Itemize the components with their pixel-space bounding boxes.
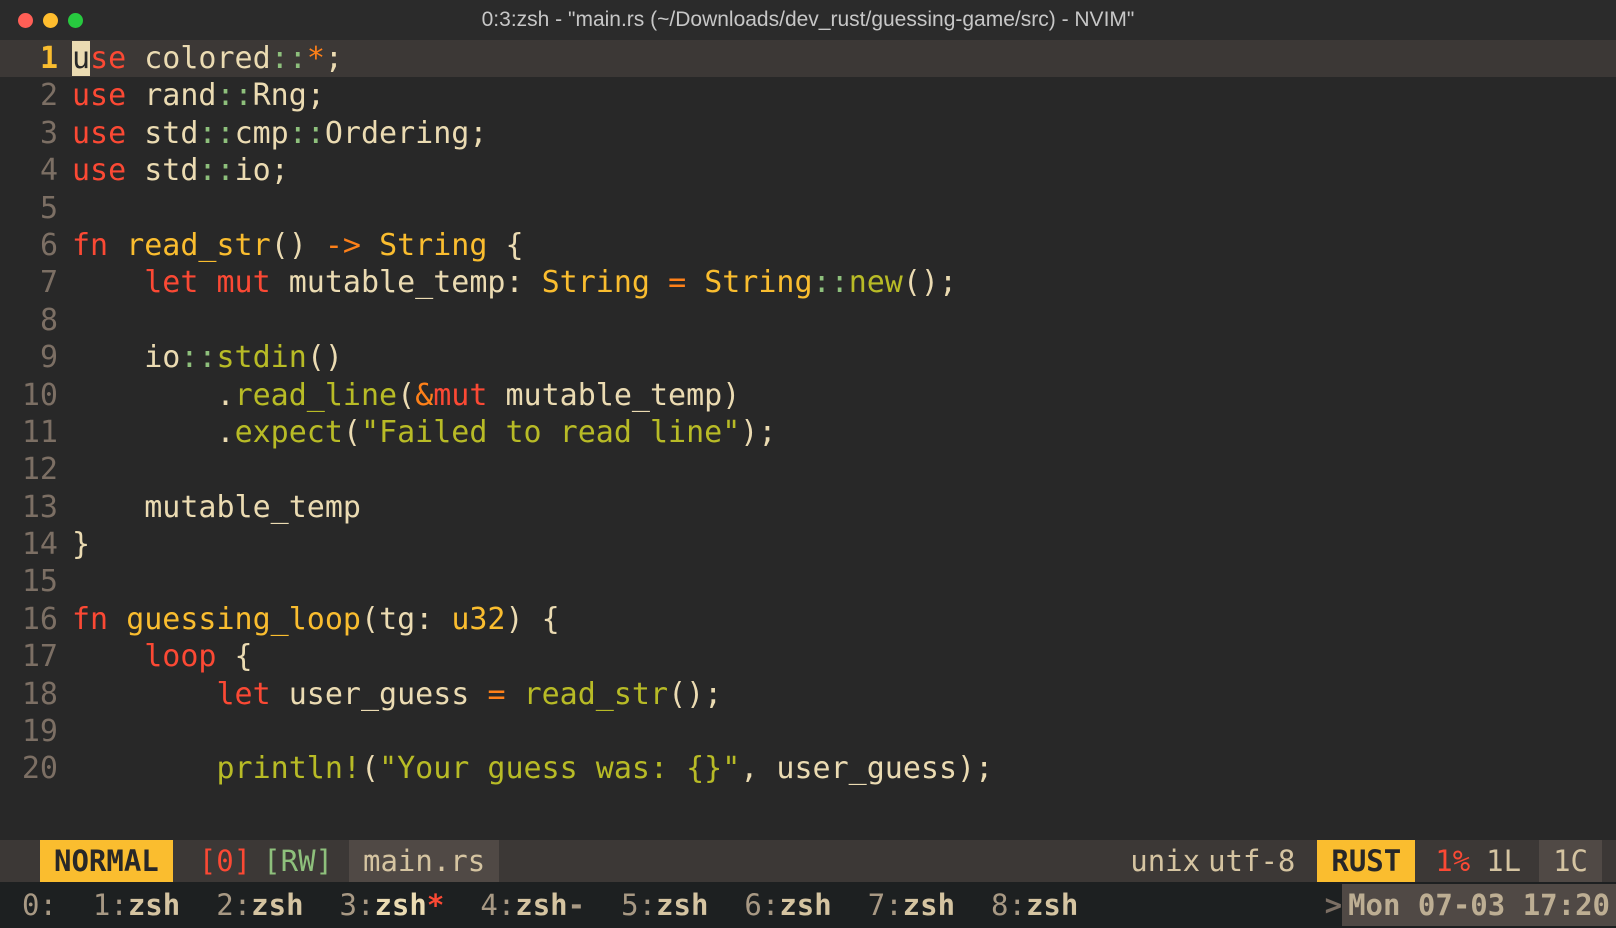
line-number: 14 bbox=[0, 526, 72, 563]
line-number: 12 bbox=[0, 451, 72, 488]
line-number: 13 bbox=[0, 489, 72, 526]
vim-buffer-indicator: [0] bbox=[173, 844, 251, 878]
line-number: 17 bbox=[0, 638, 72, 675]
code-content[interactable] bbox=[72, 713, 1616, 750]
line-number: 16 bbox=[0, 601, 72, 638]
titlebar: 0:3:zsh - "main.rs (~/Downloads/dev_rust… bbox=[0, 0, 1616, 40]
tmux-window[interactable]: 5:zsh bbox=[603, 888, 726, 922]
code-content[interactable]: use colored::*; bbox=[72, 40, 1616, 77]
code-line[interactable]: 9 io::stdin() bbox=[0, 339, 1616, 376]
zoom-icon[interactable] bbox=[68, 13, 83, 28]
tmux-window[interactable]: 8:zsh bbox=[973, 888, 1096, 922]
code-content[interactable]: loop { bbox=[72, 638, 1616, 675]
line-number: 15 bbox=[0, 563, 72, 600]
line-number: 3 bbox=[0, 115, 72, 152]
code-content[interactable]: let user_guess = read_str(); bbox=[72, 676, 1616, 713]
code-content[interactable]: .read_line(&mut mutable_temp) bbox=[72, 377, 1616, 414]
line-number: 20 bbox=[0, 750, 72, 787]
tmux-window[interactable]: 3:zsh* bbox=[322, 888, 463, 922]
code-line[interactable]: 15 bbox=[0, 563, 1616, 600]
tmux-clock: Mon 07-03 17:20 bbox=[1342, 884, 1616, 926]
code-line[interactable]: 3use std::cmp::Ordering; bbox=[0, 115, 1616, 152]
vim-percent: 1% bbox=[1429, 844, 1476, 878]
line-number: 7 bbox=[0, 264, 72, 301]
code-line[interactable]: 19 bbox=[0, 713, 1616, 750]
code-content[interactable] bbox=[72, 190, 1616, 227]
window-title: 0:3:zsh - "main.rs (~/Downloads/dev_rust… bbox=[0, 8, 1616, 32]
vim-filename: main.rs bbox=[349, 840, 499, 882]
code-content[interactable]: use rand::Rng; bbox=[72, 77, 1616, 114]
vim-mode-indicator: NORMAL bbox=[40, 840, 173, 882]
code-line[interactable]: 2use rand::Rng; bbox=[0, 77, 1616, 114]
line-number: 1 bbox=[0, 40, 72, 77]
vim-line: 1L bbox=[1476, 844, 1531, 878]
line-number: 9 bbox=[0, 339, 72, 376]
code-content[interactable]: println!("Your guess was: {}", user_gues… bbox=[72, 750, 1616, 787]
line-number: 2 bbox=[0, 77, 72, 114]
code-content[interactable]: use std::cmp::Ordering; bbox=[72, 115, 1616, 152]
tmux-active-flag-icon: * bbox=[427, 888, 444, 922]
code-content[interactable]: .expect("Failed to read line"); bbox=[72, 414, 1616, 451]
line-number: 8 bbox=[0, 302, 72, 339]
code-content[interactable]: io::stdin() bbox=[72, 339, 1616, 376]
code-content[interactable]: mutable_temp bbox=[72, 489, 1616, 526]
line-number: 19 bbox=[0, 713, 72, 750]
vim-filetype: RUST bbox=[1317, 840, 1415, 882]
vim-encoding: utf-8 bbox=[1208, 844, 1303, 878]
line-number: 10 bbox=[0, 377, 72, 414]
code-content[interactable]: fn guessing_loop(tg: u32) { bbox=[72, 601, 1616, 638]
terminal-window: 0:3:zsh - "main.rs (~/Downloads/dev_rust… bbox=[0, 0, 1616, 928]
vim-readwrite-indicator: [RW] bbox=[251, 844, 333, 878]
code-line[interactable]: 20 println!("Your guess was: {}", user_g… bbox=[0, 750, 1616, 787]
code-line[interactable]: 6fn read_str() -> String { bbox=[0, 227, 1616, 264]
vim-column: 1C bbox=[1539, 840, 1602, 882]
code-line[interactable]: 12 bbox=[0, 451, 1616, 488]
code-line[interactable]: 10 .read_line(&mut mutable_temp) bbox=[0, 377, 1616, 414]
code-content[interactable] bbox=[72, 451, 1616, 488]
tmux-window[interactable]: 6:zsh bbox=[726, 888, 849, 922]
line-number: 6 bbox=[0, 227, 72, 264]
close-icon[interactable] bbox=[18, 13, 33, 28]
code-line[interactable]: 17 loop { bbox=[0, 638, 1616, 675]
traffic-lights bbox=[0, 13, 83, 28]
editor-viewport[interactable]: 1use colored::*;2use rand::Rng;3use std:… bbox=[0, 40, 1616, 840]
code-content[interactable]: } bbox=[72, 526, 1616, 563]
vim-statusline: NORMAL [0] [RW] main.rs unix utf-8 RUST … bbox=[0, 840, 1616, 882]
code-line[interactable]: 7 let mut mutable_temp: String = String:… bbox=[0, 264, 1616, 301]
tmux-window[interactable]: 7:zsh bbox=[850, 888, 973, 922]
code-content[interactable] bbox=[72, 563, 1616, 600]
code-line[interactable]: 4use std::io; bbox=[0, 152, 1616, 189]
tmux-separator-icon: > bbox=[1319, 888, 1342, 922]
code-line[interactable]: 5 bbox=[0, 190, 1616, 227]
tmux-window[interactable]: 1:zsh bbox=[75, 888, 198, 922]
code-line[interactable]: 18 let user_guess = read_str(); bbox=[0, 676, 1616, 713]
minimize-icon[interactable] bbox=[43, 13, 58, 28]
vim-fileformat: unix bbox=[1130, 844, 1208, 878]
line-number: 18 bbox=[0, 676, 72, 713]
code-line[interactable]: 11 .expect("Failed to read line"); bbox=[0, 414, 1616, 451]
line-number: 11 bbox=[0, 414, 72, 451]
tmux-window[interactable]: 2:zsh bbox=[198, 888, 321, 922]
code-line[interactable]: 16fn guessing_loop(tg: u32) { bbox=[0, 601, 1616, 638]
code-content[interactable]: let mut mutable_temp: String = String::n… bbox=[72, 264, 1616, 301]
code-line[interactable]: 1use colored::*; bbox=[0, 40, 1616, 77]
code-line[interactable]: 13 mutable_temp bbox=[0, 489, 1616, 526]
tmux-window[interactable]: 4:zsh- bbox=[462, 888, 603, 922]
code-line[interactable]: 8 bbox=[0, 302, 1616, 339]
code-content[interactable]: use std::io; bbox=[72, 152, 1616, 189]
line-number: 4 bbox=[0, 152, 72, 189]
tmux-statusbar: 0: 1:zsh2:zsh3:zsh*4:zsh-5:zsh6:zsh7:zsh… bbox=[0, 882, 1616, 928]
code-content[interactable] bbox=[72, 302, 1616, 339]
tmux-session: 0: bbox=[4, 888, 75, 922]
code-content[interactable]: fn read_str() -> String { bbox=[72, 227, 1616, 264]
line-number: 5 bbox=[0, 190, 72, 227]
code-line[interactable]: 14} bbox=[0, 526, 1616, 563]
tmux-last-flag-icon: - bbox=[568, 888, 585, 922]
